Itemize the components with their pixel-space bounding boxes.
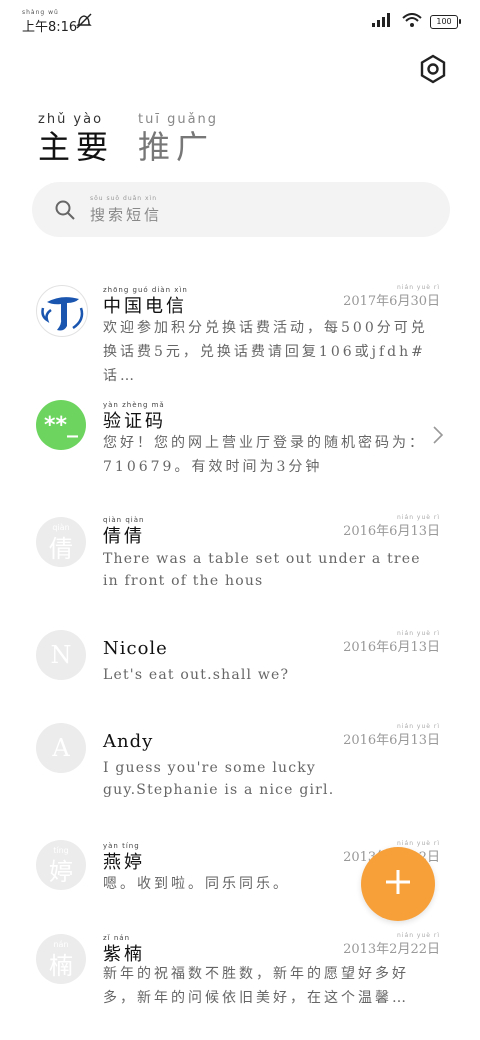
contact-name: 验证码 [103,411,166,432]
avatar: A [36,723,86,773]
contact-name: 倩倩 [103,526,145,547]
message-preview: 您好！您的网上营业厅登录的随机密码为：710679。有效时间为3分钟 [103,435,426,475]
list-item[interactable]: zhōng guó diàn xìn 中国电信 nián yuè rì 2017… [0,280,480,384]
tab-main-label: 主要 [38,128,115,166]
search-icon [54,199,76,225]
avatar-text: 婷 [49,857,73,886]
message-preview: Let's eat out.shall we? [103,667,290,683]
message-date: 2013年2月22日 [343,942,440,957]
message-date: 2017年6月30日 [343,294,440,309]
message-preview: 欢迎参加积分兑换话费活动，每500分可兑换话费5元，兑换话费请回复106或jfd… [103,320,428,384]
list-item[interactable]: N Nicole nián yuè rì 2016年6月13日 Let's ea… [0,630,480,700]
search-placeholder-pinyin: sōu suǒ duǎn xìn [90,195,158,202]
avatar: tíng 婷 [36,840,86,890]
list-item[interactable]: **_ yàn zhèng mǎ 验证码 您好！您的网上营业厅登录的随机密码为：… [0,395,480,485]
tab-main-pinyin: zhǔ yào [38,112,104,127]
china-telecom-logo [36,285,88,337]
list-item[interactable]: A Andy nián yuè rì 2016年6月13日 I guess yo… [0,723,480,813]
contact-name: 中国电信 [103,296,187,317]
avatar: qiàn 倩 [36,517,86,567]
avatar-text: A [52,734,70,762]
contact-name: 燕婷 [103,852,145,873]
search-placeholder: 搜索短信 [90,206,163,224]
clock: 上午8:16 [22,20,78,35]
battery-level: 100 [436,17,452,26]
plus-icon [384,868,412,900]
tab-main[interactable]: zhǔ yào 主要 [38,112,114,166]
avatar: **_ [36,400,86,450]
wifi-icon [402,12,422,31]
avatar-text: **_ [43,412,78,438]
message-date: 2016年6月13日 [343,524,440,539]
message-date: 2016年6月13日 [343,733,440,748]
battery-icon: 100 [430,14,461,29]
message-date: 2016年6月13日 [343,640,440,655]
avatar-pinyin: qiàn [52,523,70,532]
mute-icon [75,12,93,34]
message-preview: There was a table set out under a tree i… [103,551,421,589]
avatar-text: N [50,641,72,669]
avatar: N [36,630,86,680]
tab-promo-label: 推广 [138,128,215,166]
message-preview: 新年的祝福数不胜数，新年的愿望好多好多，新年的问候依旧美好，在这个温馨… [103,966,409,1006]
status-bar: shàng wǔ 上午8:16 100 [0,0,480,44]
avatar-pinyin: tíng [53,846,69,855]
chevron-right-icon[interactable] [432,425,444,449]
tab-promo-pinyin: tuī guǎng [138,112,219,127]
signal-icon [372,12,394,31]
time-pinyin: shàng wǔ [22,9,59,16]
new-message-button[interactable] [361,847,435,921]
avatar-text: 倩 [49,534,73,563]
avatar-pinyin: nán [53,940,69,949]
message-preview: I guess you're some lucky guy.Stephanie … [103,760,335,798]
settings-icon[interactable] [418,54,448,84]
search-input[interactable]: sōu suǒ duǎn xìn 搜索短信 [32,182,450,237]
list-item[interactable]: nán 楠 zǐ nán 紫楠 nián yuè rì 2013年2月22日 新… [0,932,480,1022]
avatar-text: 楠 [49,951,73,980]
tab-promo[interactable]: tuī guǎng 推广 [138,112,218,166]
contact-name: Nicole [103,638,168,659]
avatar: nán 楠 [36,934,86,984]
list-item[interactable]: qiàn 倩 qiàn qiàn 倩倩 nián yuè rì 2016年6月1… [0,512,480,602]
contact-name: Andy [103,731,154,752]
